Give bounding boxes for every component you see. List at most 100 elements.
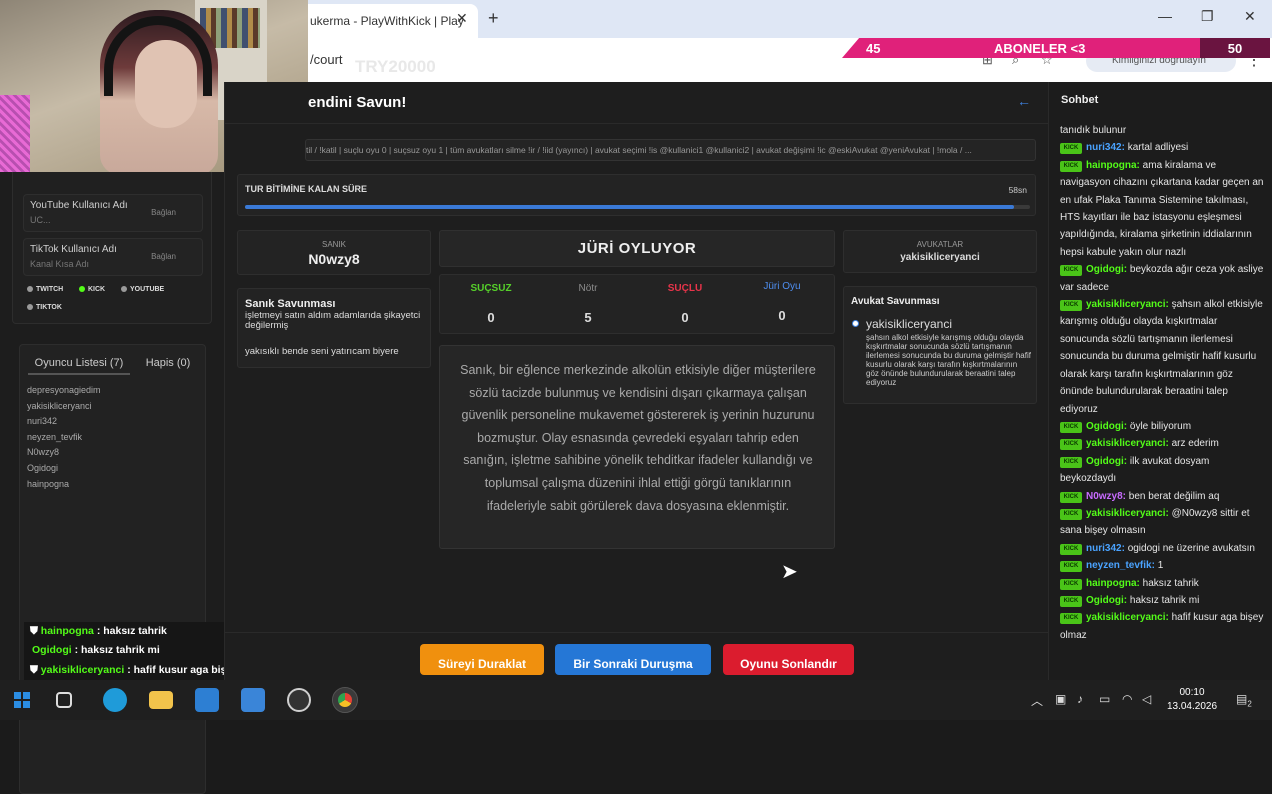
tab-close-icon[interactable]: ✕ — [456, 10, 468, 27]
kick-badge-icon: KICK — [1060, 300, 1082, 312]
kick-badge-icon: KICK — [1060, 143, 1082, 155]
next-hearing-button[interactable]: Bir Sonraki Duruşma — [555, 644, 711, 675]
task-view-icon[interactable] — [56, 692, 72, 708]
list-item[interactable]: depresyonagiedim — [27, 383, 101, 399]
jury-status-title: JÜRİ OYLUYOR — [577, 240, 697, 257]
kick-badge-icon: KICK — [1060, 508, 1082, 520]
list-item[interactable]: hainpogna — [27, 477, 101, 493]
lawyer-name: yakisikliceryanci — [900, 252, 980, 263]
chrome-icon[interactable] — [332, 687, 358, 713]
shield-icon: ⛊ — [30, 664, 41, 676]
platform-tiktok[interactable]: TIKTOK — [27, 304, 62, 311]
chat-text: haksız tahrik mi — [1129, 594, 1200, 606]
vote-neutral: Nötr 5 — [578, 283, 598, 325]
chat-username[interactable]: yakisikliceryanci: — [1086, 508, 1169, 519]
kick-badge-icon: KICK — [1060, 160, 1082, 172]
tiktok-connect-button[interactable]: Bağlan — [151, 252, 176, 261]
tab-jail[interactable]: Hapis (0) — [138, 353, 198, 375]
votes-card: SUÇSUZ 0 Nötr 5 SUÇLU 0 Jüri Oyu 0 — [439, 274, 835, 334]
tiktok-account-row[interactable]: TikTok Kullanıcı Adı Kanal Kısa Adı Bağl… — [23, 238, 203, 276]
edge-icon[interactable] — [103, 688, 127, 712]
lawyer-defense-title: Avukat Savunması — [851, 296, 940, 307]
chat-message: KICK nuri342: ogidogi ne üzerine avukatsı… — [1060, 540, 1266, 557]
platform-twitch[interactable]: TWITCH — [27, 286, 63, 293]
case-description: Sanık, bir eğlence merkezinde alkolün et… — [460, 363, 816, 513]
lawyers-label: AVUKATLAR — [916, 240, 964, 249]
chat-username[interactable]: yakisikliceryanci: — [1086, 438, 1169, 449]
case-description-card: Sanık, bir eğlence merkezinde alkolün et… — [439, 345, 835, 549]
new-tab-button[interactable]: + — [488, 8, 499, 29]
browser-tab[interactable]: ukerma - PlayWithKick | Play — [300, 4, 478, 38]
lawyer-defense-card: Avukat Savunması yakisikliceryanci şahsı… — [843, 286, 1037, 404]
youtube-account-row[interactable]: YouTube Kullanıcı Adı UC... Bağlan — [23, 194, 203, 232]
chat-message: KICK hainpogna: haksız tahrik — [1060, 575, 1266, 592]
page-header: endini Savun! ← — [225, 82, 1049, 124]
chat-text: kartal adliyesi — [1127, 142, 1189, 154]
pause-timer-button[interactable]: Süreyi Duraklat — [420, 644, 544, 675]
pink-object — [0, 95, 30, 172]
notifications-icon[interactable]: ▤2 — [1236, 692, 1252, 708]
chat-username[interactable]: nuri342: — [1086, 142, 1125, 153]
maximize-button[interactable]: ❐ — [1201, 8, 1214, 25]
platform-kick[interactable]: KICK — [79, 286, 105, 293]
microphone-icon[interactable]: ♪ — [1077, 692, 1083, 706]
chat-username[interactable]: Ogidogi: — [1086, 264, 1127, 275]
chat-message: KICK yakisikliceryanci: şahsın alkol etki… — [1060, 296, 1266, 418]
chat-text: ilk avukat dosyam beykozdaydı — [1060, 455, 1210, 485]
tray-chevron-icon[interactable]: ︿ — [1031, 692, 1043, 709]
defense-title: Sanık Savunması — [245, 298, 336, 310]
chat-username[interactable]: yakisikliceryanci: — [1086, 612, 1169, 623]
chat-messages: tanıdık bulunur KICK nuri342: kartal adliy… — [1060, 122, 1266, 644]
chat-username[interactable]: Ogidogi: — [1086, 421, 1127, 432]
windows-start-icon[interactable] — [10, 688, 34, 712]
battery-icon[interactable]: ▭ — [1099, 692, 1110, 706]
wifi-icon[interactable]: ◠ — [1122, 692, 1132, 706]
url-field[interactable]: /court — [310, 52, 343, 67]
chat-username[interactable]: N0wzy8: — [1086, 491, 1126, 502]
list-item[interactable]: N0wzy8 — [27, 445, 101, 461]
chat-username[interactable]: neyzen_tevfik: — [1086, 560, 1155, 571]
defendant-name: N0wzy8 — [308, 251, 360, 267]
chat-username[interactable]: Ogidogi: — [1086, 456, 1127, 467]
platform-youtube[interactable]: YOUTUBE — [121, 286, 164, 293]
round-timer-card: TUR BİTİMİNE KALAN SÜRE 58sn — [237, 174, 1036, 216]
youtube-label: YouTube Kullanıcı Adı — [30, 200, 128, 211]
social-accounts-card: YouTube Kullanıcı Adı UC... Bağlan TikTo… — [12, 172, 212, 324]
lawyer-radio[interactable] — [852, 320, 859, 327]
obs-icon[interactable] — [287, 688, 311, 712]
close-window-button[interactable]: ✕ — [1244, 8, 1256, 25]
kick-badge-icon: KICK — [1060, 595, 1082, 607]
chat-text: öyle biliyorum — [1129, 420, 1192, 432]
back-arrow-icon[interactable]: ← — [1017, 93, 1031, 109]
tiktok-label: TikTok Kullanıcı Adı — [30, 244, 117, 255]
end-game-button[interactable]: Oyunu Sonlandır — [723, 644, 854, 675]
tray-app-icon[interactable]: ▣ — [1055, 692, 1066, 706]
chat-username[interactable]: yakisikliceryanci: — [1086, 299, 1169, 310]
youtube-connect-button[interactable]: Bağlan — [151, 208, 176, 217]
chat-username[interactable]: nuri342: — [1086, 543, 1125, 554]
file-explorer-icon[interactable] — [149, 691, 173, 709]
list-item[interactable]: nuri342 — [27, 414, 101, 430]
chat-username[interactable]: hainpogna: — [1086, 578, 1140, 589]
list-item[interactable]: neyzen_tevfik — [27, 430, 101, 446]
overlay-message: Ogidogi : haksız tahrik mi — [32, 644, 160, 656]
chat-username[interactable]: hainpogna: — [1086, 160, 1140, 171]
url-overlay-text: TRY20000 — [355, 57, 436, 76]
list-item[interactable]: yakisikliceryanci — [27, 399, 101, 415]
list-item[interactable]: Ogidogi — [27, 461, 101, 477]
chat-title: Sohbet — [1061, 94, 1099, 106]
chat-username[interactable]: Ogidogi: — [1086, 595, 1127, 606]
tiktok-status-icon — [27, 304, 33, 311]
commands-ticker: til / !katil | suçlu oyu 0 | suçsuz oyu … — [305, 139, 1036, 161]
tab-player-list[interactable]: Oyuncu Listesi (7) — [28, 353, 130, 375]
mail-icon[interactable] — [241, 688, 265, 712]
volume-icon[interactable]: ◁ — [1142, 692, 1151, 706]
action-bar: Süreyi Duraklat Bir Sonraki Duruşma Oyun… — [225, 632, 1049, 680]
vote-not-guilty: SUÇSUZ 0 — [470, 283, 512, 325]
chat-text: ama kiralama ve navigasyon cihazını çıka… — [1060, 159, 1264, 258]
chat-text: ben berat değilim aq — [1128, 490, 1220, 502]
chat-text: arz ederim — [1171, 438, 1219, 450]
minimize-button[interactable]: — — [1158, 8, 1172, 24]
store-icon[interactable] — [195, 688, 219, 712]
clock[interactable]: 00:10 13.04.2026 — [1162, 686, 1222, 714]
